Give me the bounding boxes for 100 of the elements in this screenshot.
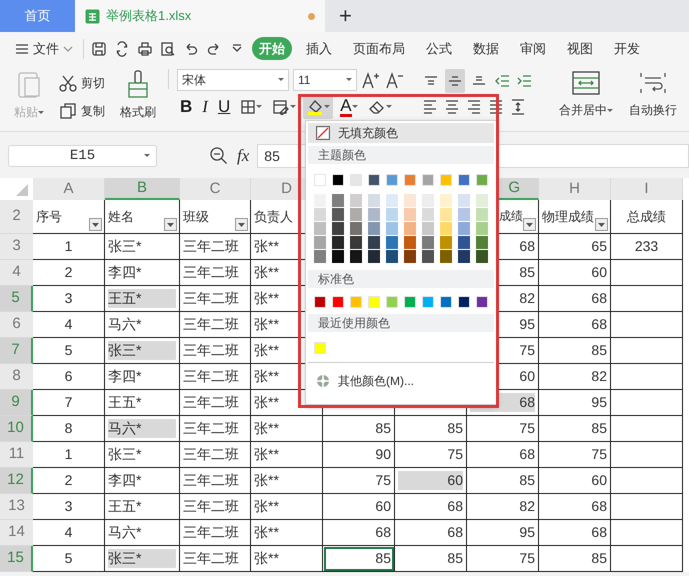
ribbon-tab[interactable]: 开发 bbox=[607, 36, 647, 60]
color-swatch[interactable] bbox=[314, 296, 326, 308]
color-swatch[interactable] bbox=[476, 208, 488, 221]
color-swatch[interactable] bbox=[350, 250, 362, 263]
ribbon-tab[interactable]: 页面布局 bbox=[346, 36, 412, 60]
color-swatch[interactable] bbox=[404, 174, 416, 186]
file-menu[interactable]: 文件 bbox=[12, 38, 76, 60]
color-swatch[interactable] bbox=[332, 236, 344, 249]
color-swatch[interactable] bbox=[386, 222, 398, 235]
new-tab-button[interactable]: + bbox=[325, 0, 366, 32]
color-swatch[interactable] bbox=[458, 236, 470, 249]
filter-button[interactable] bbox=[523, 218, 536, 231]
color-swatch[interactable] bbox=[350, 222, 362, 235]
color-swatch[interactable] bbox=[368, 296, 380, 308]
cloud-sync-icon[interactable] bbox=[114, 40, 130, 56]
ribbon-tab[interactable]: 数据 bbox=[466, 36, 506, 60]
column-header[interactable]: A bbox=[33, 178, 105, 200]
align-middle-button[interactable] bbox=[445, 69, 465, 93]
filter-button[interactable] bbox=[164, 218, 177, 231]
font-color-button[interactable]: A bbox=[337, 95, 361, 119]
color-swatch[interactable] bbox=[314, 236, 326, 249]
color-swatch[interactable] bbox=[332, 250, 344, 263]
color-swatch[interactable] bbox=[422, 222, 434, 235]
color-swatch[interactable] bbox=[386, 296, 398, 308]
color-swatch[interactable] bbox=[350, 194, 362, 207]
color-swatch[interactable] bbox=[314, 250, 326, 263]
color-swatch[interactable] bbox=[350, 296, 362, 308]
color-swatch[interactable] bbox=[404, 296, 416, 308]
color-swatch[interactable] bbox=[314, 208, 326, 221]
color-swatch[interactable] bbox=[386, 250, 398, 263]
color-swatch[interactable] bbox=[404, 222, 416, 235]
color-swatch[interactable] bbox=[314, 174, 326, 186]
row-header[interactable]: 4 bbox=[0, 260, 33, 286]
color-swatch[interactable] bbox=[422, 296, 434, 308]
column-header[interactable]: H bbox=[539, 178, 611, 200]
color-swatch[interactable] bbox=[314, 194, 326, 207]
color-swatch[interactable] bbox=[404, 208, 416, 221]
color-swatch[interactable] bbox=[476, 236, 488, 249]
distribute-icon[interactable] bbox=[509, 97, 527, 117]
color-swatch[interactable] bbox=[332, 296, 344, 308]
ribbon-tab[interactable]: 公式 bbox=[419, 36, 459, 60]
filter-button[interactable] bbox=[235, 218, 248, 231]
row-header[interactable]: 8 bbox=[0, 364, 33, 390]
color-swatch[interactable] bbox=[476, 222, 488, 235]
font-field[interactable]: 宋体 bbox=[177, 69, 289, 91]
function-label[interactable]: fx bbox=[237, 143, 250, 169]
color-swatch[interactable] bbox=[458, 174, 470, 186]
color-swatch[interactable] bbox=[422, 194, 434, 207]
color-swatch[interactable] bbox=[440, 208, 452, 221]
ribbon-tab[interactable]: 审阅 bbox=[513, 36, 553, 60]
column-header[interactable]: I bbox=[611, 178, 683, 200]
color-swatch[interactable] bbox=[476, 296, 488, 308]
color-swatch[interactable] bbox=[386, 208, 398, 221]
color-swatch[interactable] bbox=[386, 174, 398, 186]
ribbon-tab[interactable]: 插入 bbox=[299, 36, 339, 60]
color-swatch[interactable] bbox=[368, 250, 380, 263]
wrap-text-button[interactable]: 自动换行 bbox=[625, 69, 681, 119]
zoom-out-icon[interactable] bbox=[209, 146, 229, 166]
color-swatch[interactable] bbox=[332, 194, 344, 207]
format-painter-button[interactable]: 格式刷 bbox=[116, 69, 160, 121]
color-swatch[interactable] bbox=[440, 194, 452, 207]
color-swatch[interactable] bbox=[440, 174, 452, 186]
fill-color-button[interactable] bbox=[303, 95, 334, 119]
print-preview-icon[interactable] bbox=[160, 40, 176, 56]
color-swatch[interactable] bbox=[314, 342, 326, 354]
color-swatch[interactable] bbox=[350, 174, 362, 186]
ribbon-tab[interactable]: 视图 bbox=[560, 36, 600, 60]
color-swatch[interactable] bbox=[368, 236, 380, 249]
color-swatch[interactable] bbox=[404, 250, 416, 263]
color-swatch[interactable] bbox=[440, 236, 452, 249]
row-header[interactable]: 14 bbox=[0, 520, 33, 546]
color-swatch[interactable] bbox=[458, 194, 470, 207]
row-header[interactable]: 11 bbox=[0, 442, 33, 468]
color-swatch[interactable] bbox=[458, 208, 470, 221]
color-swatch[interactable] bbox=[404, 236, 416, 249]
italic-button[interactable]: I bbox=[199, 95, 211, 119]
print-icon[interactable] bbox=[137, 40, 153, 56]
color-swatch[interactable] bbox=[404, 194, 416, 207]
row-header[interactable]: 13 bbox=[0, 494, 33, 520]
color-swatch[interactable] bbox=[440, 222, 452, 235]
no-fill-item[interactable]: 无填充颜色 bbox=[308, 123, 494, 143]
color-swatch[interactable] bbox=[476, 194, 488, 207]
color-swatch[interactable] bbox=[314, 222, 326, 235]
increase-font-icon[interactable] bbox=[361, 70, 381, 90]
color-swatch[interactable] bbox=[386, 236, 398, 249]
row-header[interactable]: 6 bbox=[0, 312, 33, 338]
color-swatch[interactable] bbox=[458, 250, 470, 263]
bold-button[interactable]: B bbox=[177, 95, 196, 119]
color-swatch[interactable] bbox=[422, 174, 434, 186]
filter-button[interactable] bbox=[89, 218, 102, 231]
color-swatch[interactable] bbox=[332, 208, 344, 221]
color-swatch[interactable] bbox=[368, 208, 380, 221]
color-swatch[interactable] bbox=[422, 236, 434, 249]
copy-button[interactable]: 复制 bbox=[56, 101, 108, 121]
name-box[interactable]: E15 bbox=[8, 145, 157, 167]
color-swatch[interactable] bbox=[476, 250, 488, 263]
color-swatch[interactable] bbox=[440, 250, 452, 263]
color-swatch[interactable] bbox=[368, 194, 380, 207]
row-header[interactable]: 3 bbox=[0, 234, 33, 260]
color-swatch[interactable] bbox=[458, 296, 470, 308]
